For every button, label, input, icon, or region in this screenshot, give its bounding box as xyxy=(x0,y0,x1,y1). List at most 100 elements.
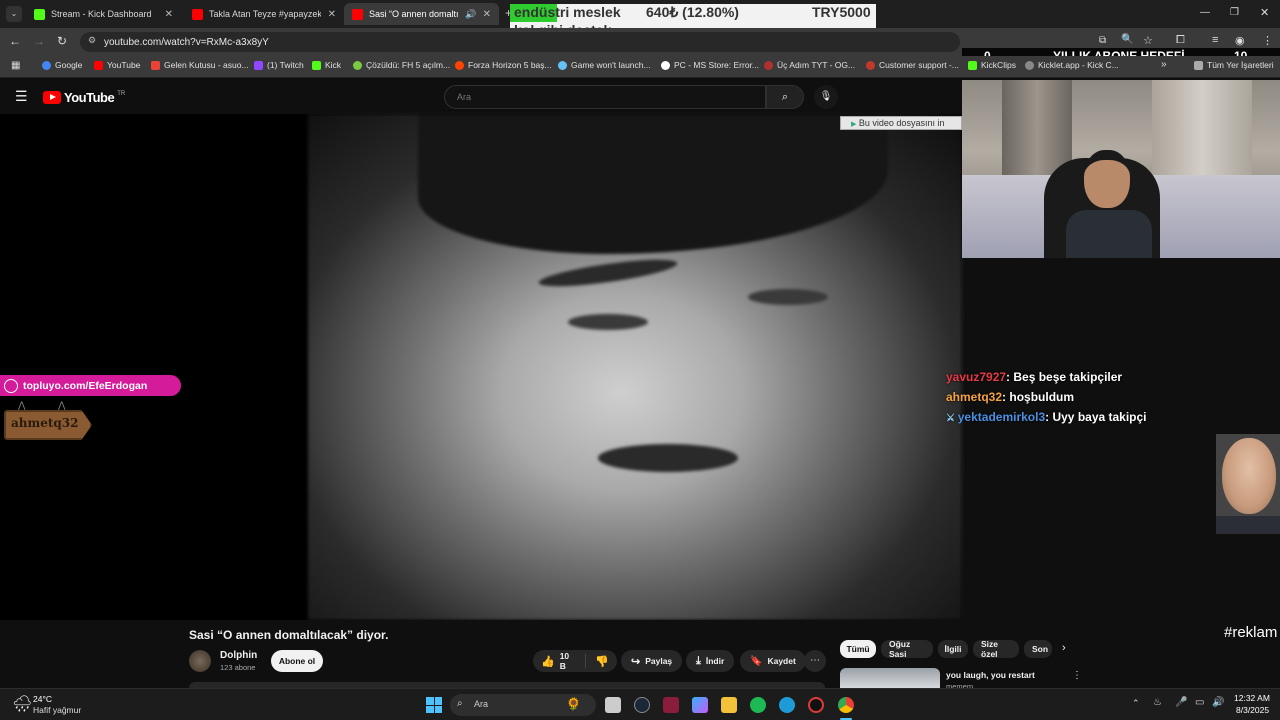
bookmark-all[interactable]: Tüm Yer İşaretleri xyxy=(1194,60,1274,70)
speaker-icon[interactable]: 🔊 xyxy=(465,9,476,20)
more-vert-icon[interactable]: ⋮ xyxy=(1072,670,1080,681)
cast-icon[interactable]: ⧉ xyxy=(1099,35,1106,46)
tab-search-button[interactable]: ⌄ xyxy=(6,6,22,22)
url-field[interactable]: ⚙ youtube.com/watch?v=RxMc-a3x8yY xyxy=(80,32,960,52)
channel-avatar[interactable] xyxy=(189,650,211,672)
taskbar-search[interactable]: ⌕ Ara 🌻 xyxy=(450,694,596,716)
reload-icon[interactable]: ↻ xyxy=(57,34,67,48)
close-icon[interactable]: ✕ xyxy=(483,9,491,20)
clock-date[interactable]: 8/3/2025 xyxy=(1236,705,1269,715)
weather-widget[interactable]: 🌧 24°C Hafif yağmur xyxy=(12,692,122,718)
clock-time[interactable]: 12:32 AM xyxy=(1234,693,1270,703)
display-tray-icon[interactable]: ▭ xyxy=(1195,697,1204,708)
bookmark-google[interactable]: Google xyxy=(42,60,82,70)
tab-sasi-video[interactable]: Sasi “O annen domaltılacak 🔊 ✕ xyxy=(344,3,499,25)
bookmark-youtube[interactable]: YouTube xyxy=(94,60,140,70)
copilot-icon[interactable] xyxy=(692,697,708,713)
bookmark-label: Google xyxy=(55,60,83,70)
extensions-icon[interactable]: ⧠ xyxy=(1176,34,1185,47)
windows-taskbar: 🌧 24°C Hafif yağmur ⌕ Ara 🌻 ⌃ ♨ 🎤 ▭ 🔊 12… xyxy=(0,688,1280,720)
video-frame[interactable] xyxy=(308,114,962,620)
chip-related[interactable]: İlgili xyxy=(938,640,968,658)
bookmark-ms-store[interactable]: PC - MS Store: Error... xyxy=(661,60,759,70)
bookmark-twitch[interactable]: (1) Twitch xyxy=(254,60,304,70)
search-icon: ⌕ xyxy=(457,698,463,709)
restore-icon[interactable]: ❐ xyxy=(1230,7,1239,18)
bookmark-cozuldu[interactable]: Çözüldü: FH 5 açılm... xyxy=(353,60,450,70)
chrome-icon[interactable] xyxy=(838,697,854,713)
close-icon[interactable]: ✕ xyxy=(165,9,173,20)
bookmark-kick[interactable]: Kick xyxy=(312,60,341,70)
start-button[interactable] xyxy=(426,697,442,713)
voice-search-button[interactable]: 🎙 xyxy=(814,85,838,109)
hamburger-menu-icon[interactable]: ☰ xyxy=(15,88,28,105)
hanger-icon: ⋀ xyxy=(18,400,26,410)
close-icon[interactable]: ✕ xyxy=(328,9,336,20)
edge-icon[interactable] xyxy=(779,697,795,713)
folder-icon xyxy=(1194,60,1203,70)
apps-grid-icon[interactable]: ▦ xyxy=(11,60,20,71)
kick-icon xyxy=(968,60,977,70)
back-icon[interactable]: ← xyxy=(9,34,21,48)
download-button[interactable]: ⤓ İndir xyxy=(686,650,735,672)
volume-icon[interactable]: 🔊 xyxy=(1212,697,1224,708)
profile-icon[interactable]: ◉ xyxy=(1235,34,1245,47)
suggestion-thumbnail xyxy=(840,668,940,688)
media-icon[interactable]: ≡ xyxy=(1212,34,1218,46)
chip-recent[interactable]: Son xyxy=(1024,640,1052,658)
channel-name[interactable]: Dolphin xyxy=(220,650,257,661)
zoom-icon[interactable]: 🔍 xyxy=(1121,34,1133,45)
chevron-right-icon[interactable]: › xyxy=(1062,642,1066,654)
video-player[interactable]: ▶ Bu video dosyasını in xyxy=(0,114,962,620)
subscriber-count: 123 abone xyxy=(220,663,256,672)
suggested-video[interactable]: you laugh, you restart memem ⋮ xyxy=(840,668,1080,688)
save-button[interactable]: 🔖 Kaydet xyxy=(740,650,806,672)
bookmark-kickclips[interactable]: KickClips xyxy=(968,60,1016,70)
topluyo-link-text: topluyo.com/EfeErdogan xyxy=(23,379,148,392)
bookmark-star-icon[interactable]: ☆ xyxy=(1143,34,1153,47)
chip-oguz-sasi[interactable]: Oğuz Sasi xyxy=(881,639,933,659)
bookmark-kicklet[interactable]: Kicklet.app - Kick C... xyxy=(1025,60,1119,70)
chat-username: ahmetq32 xyxy=(946,390,1003,404)
download-banner[interactable]: ▶ Bu video dosyasını in xyxy=(840,116,962,130)
youtube-logo[interactable]: YouTube TR xyxy=(43,90,125,105)
tray-chevron-icon[interactable]: ⌃ xyxy=(1132,698,1140,709)
steam-tray-icon[interactable]: ♨ xyxy=(1153,697,1162,708)
menu-icon[interactable]: ⋮ xyxy=(1262,34,1273,47)
reaction-image xyxy=(1216,434,1280,534)
tab-takla-atan-teyze[interactable]: Takla Atan Teyze #yapayzeka # ✕ xyxy=(184,3,344,25)
editor-icon[interactable] xyxy=(663,697,679,713)
chip-all[interactable]: Tümü xyxy=(840,640,876,658)
twitch-icon xyxy=(254,60,263,70)
bookmark-customer-support[interactable]: Customer support -... xyxy=(866,60,959,70)
steam-taskbar-icon[interactable] xyxy=(634,697,650,713)
region-code: TR xyxy=(117,90,126,97)
search-input[interactable]: Ara xyxy=(444,85,766,109)
reddit-icon xyxy=(455,60,464,70)
reaction-face xyxy=(1222,438,1276,514)
more-bookmarks-icon[interactable]: » xyxy=(1161,59,1167,70)
tab-kick-dashboard[interactable]: Stream - Kick Dashboard ✕ xyxy=(26,3,181,25)
opera-gx-icon[interactable] xyxy=(808,697,824,713)
bookmark-uc-adim[interactable]: Üç Adım TYT - OG... xyxy=(764,60,855,70)
search-button[interactable]: ⌕ xyxy=(766,85,804,109)
minimize-icon[interactable]: — xyxy=(1200,7,1210,18)
bookmark-forza[interactable]: Forza Horizon 5 baş... xyxy=(455,60,552,70)
more-actions-button[interactable]: ⋯ xyxy=(804,650,826,672)
bookmark-steam[interactable]: Game won't launch... xyxy=(558,60,651,70)
chip-for-you[interactable]: Size özel xyxy=(973,639,1019,659)
divider xyxy=(585,654,587,668)
task-view-icon[interactable] xyxy=(605,697,621,713)
bookmark-gmail[interactable]: Gelen Kutusu - asuo... xyxy=(151,60,249,70)
forward-icon[interactable]: → xyxy=(33,34,45,48)
site-info-icon[interactable]: ⚙ xyxy=(88,35,96,46)
gmail-icon xyxy=(151,60,160,70)
spotify-icon[interactable] xyxy=(750,697,766,713)
like-button[interactable]: 👍 10 B xyxy=(541,651,576,671)
mic-tray-icon[interactable]: 🎤 xyxy=(1175,697,1187,708)
close-window-icon[interactable]: ✕ xyxy=(1260,6,1269,19)
subscribe-button[interactable]: Abone ol xyxy=(271,650,323,672)
dislike-button[interactable]: 👎 xyxy=(595,655,609,668)
file-explorer-icon[interactable] xyxy=(721,697,737,713)
share-button[interactable]: ↪ Paylaş xyxy=(621,650,683,672)
